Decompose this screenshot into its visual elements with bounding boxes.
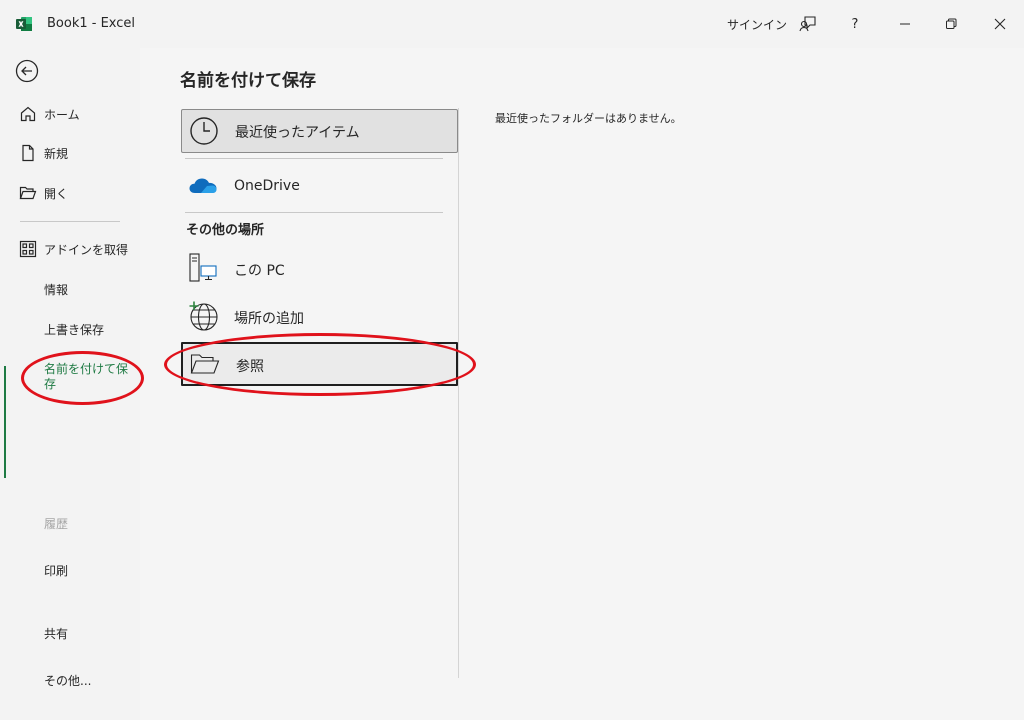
nav-label-more: その他... bbox=[44, 673, 92, 688]
onedrive-cloud-icon bbox=[189, 178, 217, 193]
nav-label-info: 情報 bbox=[44, 282, 69, 297]
nav-label-history: 履歴 bbox=[44, 516, 69, 531]
nav-item-print[interactable]: 印刷 bbox=[0, 552, 140, 588]
clock-icon bbox=[190, 117, 218, 145]
this-pc-icon bbox=[189, 253, 217, 282]
nav-label-open: 開く bbox=[44, 186, 69, 201]
backstage-nav: ホーム 新規 開く アドインを取得 情報 上書き保存 名前を付けて保存 履歴 印… bbox=[0, 48, 140, 720]
excel-logo-icon bbox=[16, 17, 32, 31]
other-locations-heading: その他の場所 bbox=[186, 223, 265, 238]
nav-item-history: 履歴 bbox=[0, 505, 140, 541]
nav-item-home[interactable]: ホーム bbox=[0, 96, 140, 132]
help-button[interactable]: ? bbox=[843, 12, 867, 36]
save-as-panel: 名前を付けて保存 最近使ったアイテム OneDrive その他の場所 この PC… bbox=[140, 48, 1024, 720]
minimize-icon bbox=[900, 23, 910, 25]
location-onedrive[interactable]: OneDrive bbox=[181, 164, 458, 208]
back-arrow-icon[interactable] bbox=[15, 59, 39, 83]
nav-divider bbox=[20, 221, 120, 222]
nav-item-save[interactable]: 上書き保存 bbox=[0, 311, 140, 347]
nav-item-share[interactable]: 共有 bbox=[0, 615, 140, 651]
nav-label-print: 印刷 bbox=[44, 563, 69, 578]
page-title: 名前を付けて保存 bbox=[180, 71, 316, 91]
home-icon bbox=[20, 106, 36, 122]
restore-button[interactable] bbox=[939, 12, 963, 36]
addins-grid-icon bbox=[19, 240, 37, 258]
window-title: Book1 - Excel bbox=[47, 16, 136, 31]
browse-folder-icon bbox=[190, 354, 220, 374]
minimize-button[interactable] bbox=[893, 12, 917, 36]
nav-item-save-as[interactable]: 名前を付けて保存 bbox=[44, 362, 128, 392]
close-button[interactable] bbox=[988, 12, 1012, 36]
location-this-pc[interactable]: この PC bbox=[181, 246, 458, 290]
location-divider bbox=[185, 158, 443, 159]
location-browse[interactable]: 参照 bbox=[181, 342, 458, 386]
title-bar: Book1 - Excel サインイン ? bbox=[0, 0, 1024, 48]
location-recent[interactable]: 最近使ったアイテム bbox=[181, 109, 458, 153]
restore-icon bbox=[946, 18, 957, 29]
location-divider bbox=[185, 212, 443, 213]
new-document-icon bbox=[22, 144, 34, 162]
panel-divider bbox=[458, 108, 459, 678]
location-recent-label: 最近使ったアイテム bbox=[235, 125, 360, 141]
location-browse-label: 参照 bbox=[236, 359, 264, 375]
nav-label-home: ホーム bbox=[44, 107, 80, 122]
nav-item-new[interactable]: 新規 bbox=[0, 135, 140, 171]
nav-label-share: 共有 bbox=[44, 626, 69, 641]
location-this-pc-label: この PC bbox=[234, 263, 285, 279]
no-recent-folders-message: 最近使ったフォルダーはありません。 bbox=[495, 112, 682, 125]
close-icon bbox=[994, 18, 1006, 30]
add-place-globe-icon bbox=[189, 301, 218, 331]
nav-item-more[interactable]: その他... bbox=[0, 662, 140, 698]
feedback-icon bbox=[799, 16, 816, 32]
signin-button[interactable]: サインイン bbox=[727, 16, 787, 33]
nav-item-info[interactable]: 情報 bbox=[0, 271, 140, 307]
nav-active-indicator bbox=[4, 366, 6, 478]
location-add-place[interactable]: 場所の追加 bbox=[181, 294, 458, 338]
open-folder-icon bbox=[19, 186, 37, 200]
feedback-button[interactable] bbox=[796, 12, 820, 36]
nav-item-get-addins[interactable]: アドインを取得 bbox=[0, 231, 140, 267]
location-add-place-label: 場所の追加 bbox=[234, 311, 304, 327]
location-onedrive-label: OneDrive bbox=[234, 178, 300, 194]
nav-label-save: 上書き保存 bbox=[44, 322, 105, 337]
nav-label-new: 新規 bbox=[44, 146, 69, 161]
nav-item-open[interactable]: 開く bbox=[0, 175, 140, 211]
nav-label-get-addins: アドインを取得 bbox=[44, 242, 129, 257]
